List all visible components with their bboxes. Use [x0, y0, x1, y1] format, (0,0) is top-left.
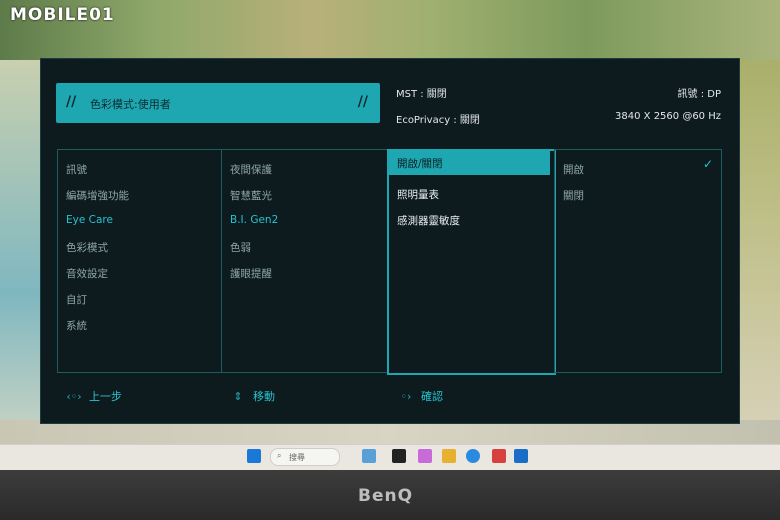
menu-item-custom[interactable]: 自訂 — [66, 292, 87, 307]
color-mode-label: 色彩模式:使用者 — [90, 98, 171, 111]
checkmark-icon: ✓ — [702, 157, 713, 171]
dpad-left-icon: ‹◦› — [66, 390, 82, 403]
dpad-confirm-icon: ◦› — [400, 390, 412, 403]
resolution-status: 3840 X 2560 @60 Hz — [615, 111, 721, 122]
confirm-hint[interactable]: ◦› 確認 — [397, 388, 443, 404]
menu-item-eye-care[interactable]: Eye Care — [66, 214, 113, 226]
osd-menu: // 色彩模式:使用者 // MST : 關閉 訊號 : DP EcoPriva… — [40, 58, 740, 424]
monitor-brand: BenQ — [358, 486, 414, 506]
mst-status: MST : 關閉 — [396, 89, 447, 100]
back-hint[interactable]: ‹◦› 上一步 — [65, 388, 122, 404]
start-icon[interactable] — [247, 449, 261, 463]
slash-icon: // — [66, 94, 77, 110]
option-column: 開啟 ✓ 關閉 — [554, 149, 722, 373]
selected-row[interactable]: 開啟/關閉 — [389, 151, 550, 175]
copilot-icon[interactable] — [418, 449, 432, 463]
ecoprivacy-status: EcoPrivacy : 關閉 — [396, 115, 480, 126]
menu-item-sensor-sensitivity[interactable]: 感測器靈敏度 — [397, 213, 460, 228]
menu-item-signal[interactable]: 訊號 — [66, 162, 87, 177]
dpad-vertical-icon: ⇕ — [233, 390, 243, 403]
menu-item-audio[interactable]: 音效設定 — [66, 266, 108, 281]
bi-gen2-column: 開啟/關閉 照明量表 感測器靈敏度 — [387, 149, 556, 375]
background-right — [738, 60, 780, 450]
color-mode-banner: // 色彩模式:使用者 // — [56, 83, 380, 123]
taskbar — [0, 444, 780, 471]
edge-icon[interactable] — [466, 449, 480, 463]
widgets-icon[interactable] — [362, 449, 376, 463]
menu-item-night-protection[interactable]: 夜間保護 — [230, 162, 272, 177]
taskbar-search[interactable]: ⌕ 搜尋 — [270, 448, 340, 466]
task-view-icon[interactable] — [392, 449, 406, 463]
option-on[interactable]: 開啟 — [563, 162, 584, 177]
outlook-icon[interactable] — [514, 449, 528, 463]
menu-item-color-weakness[interactable]: 色弱 — [230, 240, 251, 255]
site-logo: MOBILE01 — [10, 5, 115, 25]
menu-item-encoding[interactable]: 編碼增強功能 — [66, 188, 129, 203]
menu-item-bi-gen2[interactable]: B.I. Gen2 — [230, 214, 278, 226]
menu-item-smart-blue-light[interactable]: 智慧藍光 — [230, 188, 272, 203]
move-hint[interactable]: ⇕ 移動 — [229, 388, 275, 404]
menu-item-on-off[interactable]: 開啟/關閉 — [397, 156, 443, 171]
option-off[interactable]: 關閉 — [563, 188, 584, 203]
menu-item-eye-reminder[interactable]: 護眼提醒 — [230, 266, 272, 281]
search-placeholder: 搜尋 — [289, 453, 305, 462]
menu-item-system[interactable]: 系統 — [66, 318, 87, 333]
slash-icon: // — [357, 94, 368, 110]
menu-item-color-mode[interactable]: 色彩模式 — [66, 240, 108, 255]
store-icon[interactable] — [492, 449, 506, 463]
background-foliage — [0, 0, 780, 60]
eye-care-column: 夜間保護 智慧藍光 B.I. Gen2 色弱 護眼提醒 — [221, 149, 388, 373]
background-left — [0, 60, 40, 450]
signal-status: 訊號 : DP — [677, 89, 721, 100]
file-explorer-icon[interactable] — [442, 449, 456, 463]
main-menu-column: 訊號 編碼增強功能 Eye Care 色彩模式 音效設定 自訂 系統 — [57, 149, 222, 373]
search-icon: ⌕ — [277, 451, 282, 460]
menu-item-light-meter[interactable]: 照明量表 — [397, 187, 439, 202]
